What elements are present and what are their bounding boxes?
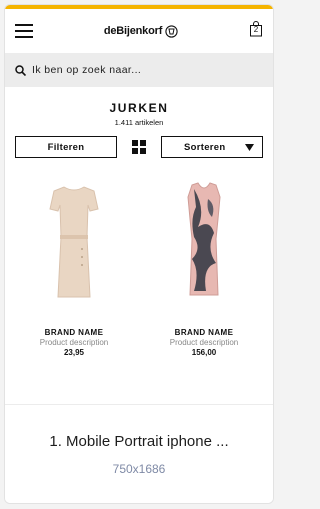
sort-label: Sorteren <box>184 141 226 153</box>
product-price: 23,95 <box>63 348 85 357</box>
article-count: 1.411 artikelen <box>114 118 164 127</box>
product-card[interactable]: BRAND NAME Product description 156,00 <box>145 172 263 357</box>
caret-down-icon <box>245 143 254 151</box>
search-input[interactable]: Ik ben op zoek naar... <box>32 64 141 76</box>
screenshot-caption: 1. Mobile Portrait iphone ... 750x1686 <box>5 404 273 503</box>
logo-text: deBijenkorf <box>103 25 163 37</box>
product-image[interactable] <box>145 172 263 308</box>
caption-size: 750x1686 <box>112 462 166 476</box>
product-card[interactable]: BRAND NAME Product description 23,95 <box>15 172 133 357</box>
product-grid: BRAND NAME Product description 23,95 BRA… <box>5 172 273 357</box>
product-price: 156,00 <box>191 348 217 357</box>
product-description: Product description <box>169 338 239 347</box>
brand-logo[interactable]: deBijenkorf <box>103 24 178 38</box>
caption-title[interactable]: 1. Mobile Portrait iphone ... <box>5 433 273 450</box>
sort-button[interactable]: Sorteren <box>161 136 263 158</box>
bag-count-badge: 2 <box>253 24 259 34</box>
search-bar[interactable]: Ik ben op zoek naar... <box>5 53 273 87</box>
filter-button[interactable]: Filteren <box>15 136 117 158</box>
bee-logo-icon <box>165 24 178 38</box>
app-header: deBijenkorf 2 <box>5 9 273 53</box>
grid-view-icon[interactable] <box>132 140 146 154</box>
product-brand: BRAND NAME <box>44 328 104 337</box>
screen-card: deBijenkorf 2 Ik ben op zoek naar... JUR… <box>4 4 274 504</box>
page-title: JURKEN <box>109 101 169 115</box>
shopping-bag-button[interactable]: 2 <box>249 20 263 42</box>
product-description: Product description <box>39 338 109 347</box>
list-controls: Filteren Sorteren <box>5 136 273 158</box>
product-image[interactable] <box>15 172 133 308</box>
hamburger-icon[interactable] <box>15 24 33 38</box>
product-brand: BRAND NAME <box>174 328 234 337</box>
search-icon <box>15 64 26 76</box>
category-header: JURKEN 1.411 artikelen <box>5 87 273 127</box>
